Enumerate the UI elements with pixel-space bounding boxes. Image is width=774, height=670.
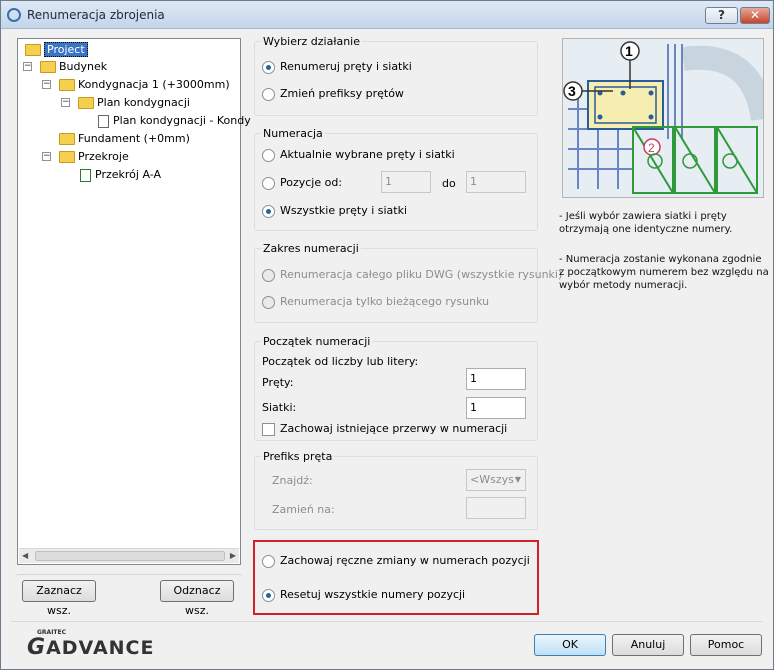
tree-node-kondygnacja[interactable]: Kondygnacja 1 (+3000mm)	[59, 77, 230, 93]
positions-from-radio[interactable]: Pozycje od:	[262, 175, 342, 191]
window-title: Renumeracja zbrojenia	[27, 8, 165, 22]
tree-node-fundament[interactable]: Fundament (+0mm)	[59, 131, 190, 147]
info-text-2: - Numeracja zostanie wykonana zgodnie z …	[559, 254, 769, 291]
folder-icon	[25, 44, 41, 56]
ok-button[interactable]: OK	[534, 634, 606, 656]
graitec-advance-logo: GRAITEC GADVANCE	[27, 629, 155, 660]
folder-icon	[59, 151, 75, 163]
radio-icon	[262, 87, 275, 101]
scroll-thumb[interactable]	[35, 551, 225, 561]
to-field[interactable]: 1	[466, 171, 526, 193]
document-icon	[98, 114, 109, 128]
help-button[interactable]: Pomoc	[690, 634, 762, 656]
dropdown-arrow-icon: ▼	[514, 475, 521, 484]
tree-node-plan[interactable]: Plan kondygnacji	[78, 95, 190, 111]
start-from-label: Początek od liczby lub litery:	[262, 355, 419, 368]
radio-selected-icon	[262, 588, 275, 602]
cancel-button[interactable]: Anuluj	[612, 634, 684, 656]
bars-field[interactable]: 1	[466, 368, 526, 390]
manual-changes-highlight	[253, 540, 539, 615]
collapse-icon[interactable]: −	[42, 80, 51, 89]
change-prefix-radio[interactable]: Zmień prefiksy prętów	[262, 86, 404, 102]
radio-selected-icon	[262, 204, 275, 218]
callout-1: 1	[625, 43, 633, 59]
tree-node-przekroje[interactable]: Przekroje	[59, 149, 129, 165]
horizontal-scrollbar[interactable]: ◀ ▶	[19, 548, 239, 563]
dialog-window: Renumeracja zbrojenia ? ✕ Project − Budy…	[0, 0, 774, 670]
collapse-icon[interactable]: −	[42, 152, 51, 161]
callout-2: 2	[648, 141, 655, 155]
tree-node-budynek[interactable]: Budynek	[40, 59, 107, 75]
range-group-title: Zakres numeracji	[261, 242, 361, 255]
tree-node-project[interactable]: Project	[25, 42, 88, 58]
collapse-icon[interactable]: −	[23, 62, 32, 71]
replace-field[interactable]	[466, 497, 526, 519]
find-select[interactable]: <Wszys ▼	[466, 469, 526, 491]
selected-radio[interactable]: Aktualnie wybrane pręty i siatki	[262, 147, 455, 163]
footer-divider	[11, 621, 763, 622]
find-label: Znajdź:	[272, 474, 313, 487]
range-group: Zakres numeracji	[254, 242, 538, 323]
radio-icon	[262, 176, 275, 190]
folder-icon	[59, 79, 75, 91]
to-label: do	[442, 177, 456, 190]
callout-3: 3	[568, 83, 576, 99]
scroll-left-icon[interactable]: ◀	[22, 551, 28, 560]
radio-icon	[262, 148, 275, 162]
radio-selected-icon	[262, 60, 275, 74]
app-icon	[7, 8, 21, 22]
scroll-right-icon[interactable]: ▶	[230, 551, 236, 560]
all-radio[interactable]: Wszystkie pręty i siatki	[262, 203, 407, 219]
folder-icon	[40, 61, 56, 73]
mesh-field[interactable]: 1	[466, 397, 526, 419]
tree-node-przekroj[interactable]: Przekrój A-A	[80, 167, 161, 183]
radio-disabled-icon	[262, 268, 275, 282]
folder-icon	[78, 97, 94, 109]
select-all-button[interactable]: Zaznacz wsz.	[22, 580, 96, 617]
deselect-all-button[interactable]: Odznacz wsz.	[160, 580, 234, 617]
reset-numbers-radio[interactable]: Resetuj wszystkie numery pozycji	[262, 587, 465, 603]
help-title-button[interactable]: ?	[705, 7, 738, 24]
bars-label: Pręty:	[262, 376, 294, 389]
current-only-radio[interactable]: Renumeracja tylko bieżącego rysunku	[262, 294, 489, 310]
rebar-illustration: 1 3 2	[562, 38, 764, 198]
close-title-button[interactable]: ✕	[740, 7, 770, 24]
replace-label: Zamień na:	[272, 503, 335, 516]
collapse-icon[interactable]: −	[61, 98, 70, 107]
keep-manual-radio[interactable]: Zachowaj ręczne zmiany w numerach pozycj…	[262, 553, 530, 569]
info-text-1: - Jeśli wybór zawiera siatki i pręty otr…	[559, 211, 733, 235]
checkbox-icon	[262, 422, 275, 436]
tree-node-plan-doc[interactable]: Plan kondygnacji - Kondy	[98, 113, 251, 129]
mesh-label: Siatki:	[262, 401, 297, 414]
from-field[interactable]: 1	[381, 171, 431, 193]
folder-icon	[59, 133, 75, 145]
action-group-title: Wybierz działanie	[261, 35, 363, 48]
drawing-tree[interactable]: Project − Budynek − Kondygnacja 1 (+3000…	[17, 38, 251, 565]
numbering-group-title: Numeracja	[261, 127, 325, 140]
whole-file-radio[interactable]: Renumeracja całego pliku DWG (wszystkie …	[262, 267, 562, 283]
title-bar: Renumeracja zbrojenia ? ✕	[1, 1, 773, 29]
start-group-title: Początek numeracji	[261, 335, 373, 348]
radio-disabled-icon	[262, 295, 275, 309]
radio-icon	[262, 554, 275, 568]
prefix-group-title: Prefiks pręta	[261, 450, 335, 463]
rebar-drawing: 1 3 2	[563, 39, 763, 197]
renumber-radio[interactable]: Renumeruj pręty i siatki	[262, 59, 412, 75]
keep-gaps-checkbox[interactable]: Zachowaj istniejące przerwy w numeracji	[262, 421, 507, 437]
section-document-icon	[80, 168, 91, 182]
action-group: Wybierz działanie	[254, 35, 538, 116]
